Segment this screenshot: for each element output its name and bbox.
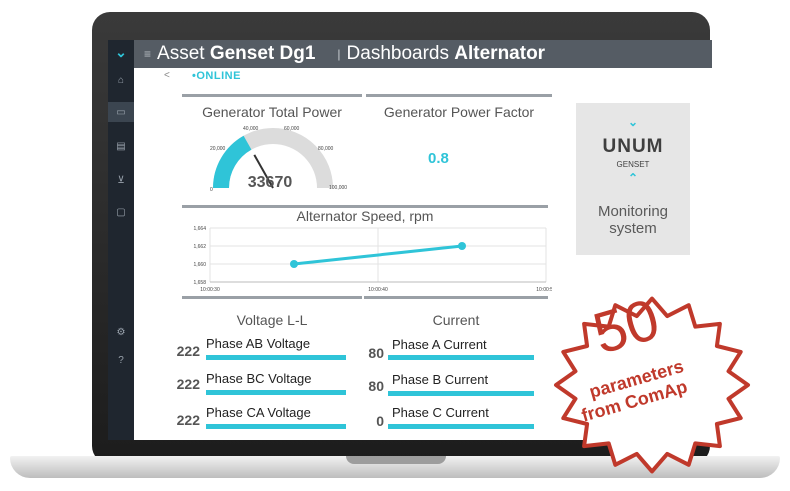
y-tick-label: 1,660 — [193, 262, 206, 268]
phase-ca-voltage-label: Phase CA Voltage — [206, 405, 311, 420]
speed-chart-title: Alternator Speed, rpm — [296, 208, 434, 224]
phase-ca-voltage-bar — [206, 424, 346, 429]
chevron-up-icon: ⌃ — [627, 171, 639, 185]
chart-icon[interactable]: ⊻ — [108, 170, 134, 190]
top-header: ≡ Asset Genset Dg1 | Dashboards Alternat… — [134, 40, 712, 68]
x-tick-label: 10:00:30 — [200, 287, 220, 293]
x-tick-label: 10:00:40 — [368, 287, 388, 293]
total-power-title: Generator Total Power — [202, 104, 342, 120]
phase-bc-voltage-bar — [206, 390, 346, 395]
speed-data-point — [458, 242, 466, 250]
phase-ab-voltage-bar — [206, 355, 346, 360]
voltage-title: Voltage L-L — [236, 312, 308, 328]
total-power-value: 33670 — [247, 174, 293, 191]
tagline-line1: Monitoring — [597, 203, 669, 220]
y-tick-label: 1,658 — [193, 280, 206, 286]
widget-divider — [182, 94, 362, 97]
phase-c-current-value: 0 — [376, 413, 384, 429]
monitor-icon[interactable]: ▭ — [108, 102, 134, 122]
chevron-down-icon[interactable]: ⌄ — [108, 42, 134, 62]
power-factor-title: Generator Power Factor — [383, 104, 535, 120]
sidebar: ⌄ ⌂ ▭ ▤ ⊻ ▢ ⚙ ? — [108, 40, 134, 440]
phase-c-current-bar — [388, 424, 534, 429]
back-icon[interactable]: < — [164, 70, 170, 81]
brand-logo: UNUM — [602, 136, 664, 157]
phase-a-current-value: 80 — [368, 345, 384, 361]
chevron-down-icon: ⌄ — [627, 115, 639, 129]
asset-name[interactable]: Genset Dg1 — [210, 43, 316, 65]
tagline-line2: system — [609, 220, 657, 237]
widget-divider — [366, 94, 552, 97]
online-status: •ONLINE — [192, 70, 241, 82]
gauge-label-min: 0 — [210, 187, 213, 193]
speed-data-point — [290, 260, 298, 268]
phase-a-current-bar — [388, 355, 534, 360]
status-bar: < •ONLINE — [134, 68, 712, 84]
phase-b-current-bar — [388, 391, 534, 396]
y-tick-label: 1,664 — [193, 226, 206, 232]
phase-b-current-label: Phase B Current — [392, 372, 489, 387]
gauge-label-80k: 80,000 — [318, 146, 334, 152]
promo-badge: 50 parameters from ComAp — [532, 285, 772, 485]
dashboards-prefix: Dashboards — [346, 43, 449, 64]
speed-chart: 1,6581,6601,6621,66410:00:30 10:00:40 10:0… — [193, 226, 552, 293]
phase-ab-voltage-value: 222 — [176, 343, 200, 359]
laptop-notch — [346, 456, 446, 464]
help-icon[interactable]: ? — [108, 350, 134, 370]
phase-c-current-label: Phase C Current — [392, 405, 489, 420]
document-icon[interactable]: ▤ — [108, 136, 134, 156]
logo-panel: ⌄ UNUM GENSET ⌃ Monitoring system — [576, 103, 690, 255]
asset-prefix: Asset — [157, 43, 205, 64]
phase-a-current-label: Phase A Current — [392, 337, 487, 352]
monitoring-tagline: Monitoring system — [576, 203, 690, 237]
settings-icon[interactable]: ⚙ — [108, 322, 134, 342]
phase-b-current-value: 80 — [368, 378, 384, 394]
widget-divider — [364, 296, 548, 299]
phase-bc-voltage-label: Phase BC Voltage — [206, 371, 312, 386]
gauge-label-20k: 20,000 — [210, 146, 226, 152]
menu-icon[interactable]: ≡ — [144, 47, 151, 61]
phase-ca-voltage-value: 222 — [176, 412, 200, 428]
chat-icon[interactable]: ▢ — [108, 202, 134, 222]
gauge-label-40k: 40,000 — [243, 126, 259, 132]
marketing-image: ⌄ ⌂ ▭ ▤ ⊻ ▢ ⚙ ? ≡ Asset Genset Dg1 | Das… — [0, 0, 790, 491]
header-separator: | — [337, 47, 341, 61]
power-factor-value: 0.8 — [428, 150, 449, 167]
y-tick-label: 1,662 — [193, 244, 206, 250]
dashboard-name[interactable]: Alternator — [454, 43, 545, 65]
phase-bc-voltage-value: 222 — [176, 376, 200, 392]
current-title: Current — [432, 312, 480, 328]
phase-ab-voltage-label: Phase AB Voltage — [206, 336, 311, 351]
gauge-label-60k: 60,000 — [284, 126, 300, 132]
gauge-label-max: 100,000 — [329, 185, 348, 191]
widget-divider — [182, 296, 362, 299]
brand-subtitle: GENSET — [616, 160, 650, 169]
home-icon[interactable]: ⌂ — [108, 70, 134, 90]
